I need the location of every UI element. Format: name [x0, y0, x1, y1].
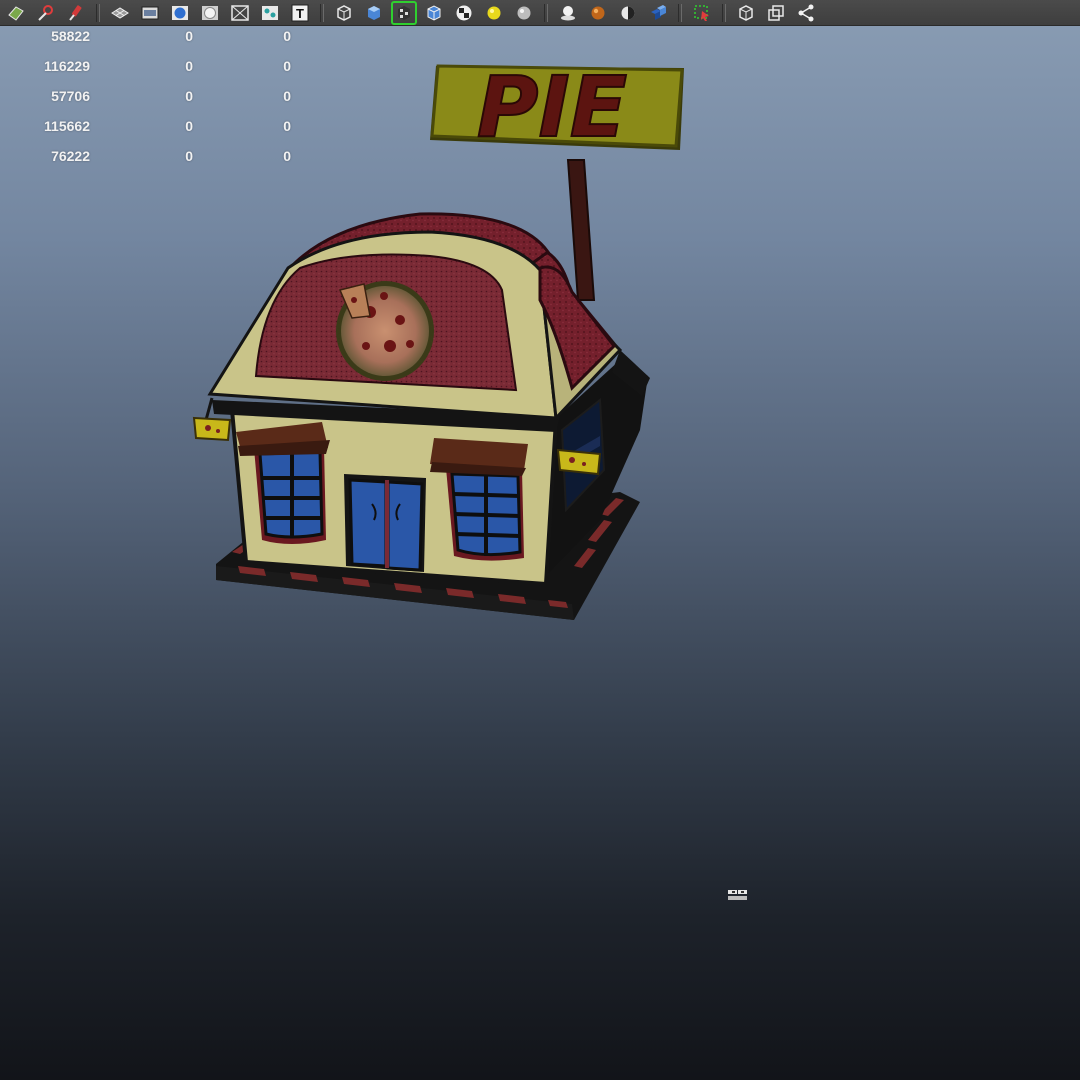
field-chart-icon[interactable]	[228, 2, 252, 24]
xray-components-icon[interactable]	[794, 2, 818, 24]
hud-row-tris: 115662 0 0	[0, 116, 320, 146]
smooth-shade-icon[interactable]	[362, 2, 386, 24]
textured-icon[interactable]	[391, 0, 417, 25]
grid-icon[interactable]	[108, 2, 132, 24]
hud-value: 58822	[51, 28, 90, 44]
sign-text: PIE	[477, 58, 627, 156]
hud-value: 57706	[51, 88, 90, 104]
hud-value: 116229	[44, 58, 90, 74]
sign-pole	[566, 159, 596, 301]
anti-alias-icon[interactable]	[646, 2, 670, 24]
view-axis-icon	[728, 890, 747, 900]
wireframe-on-shaded-icon[interactable]	[422, 2, 446, 24]
hud-value: 0	[185, 148, 193, 164]
hud-value: 115662	[44, 118, 90, 134]
xray-icon[interactable]	[734, 2, 758, 24]
hud-value: 0	[185, 118, 193, 134]
xray-joints-icon[interactable]	[764, 2, 788, 24]
viewport-toolbar: T	[0, 0, 1080, 26]
film-gate-icon[interactable]	[138, 2, 162, 24]
hud-value: 0	[185, 28, 193, 44]
hud-value: 0	[283, 28, 291, 44]
3d-viewport[interactable]: T 58822 0 0 116229 0 0 57706 0 0 115662 …	[0, 0, 1080, 1080]
toolbar-separator	[678, 3, 682, 22]
motion-blur-icon[interactable]	[616, 2, 640, 24]
hud-row-verts: 58822 0 0	[0, 26, 320, 56]
hud-value: 0	[283, 58, 291, 74]
resolution-gate-icon[interactable]	[168, 2, 192, 24]
checker-icon[interactable]	[452, 2, 476, 24]
select-tool-icon[interactable]	[4, 2, 28, 24]
text-icon-label: T	[296, 6, 304, 21]
pizza-emblem	[336, 281, 434, 381]
hud-value: 0	[185, 88, 193, 104]
text-icon[interactable]: T	[288, 2, 312, 24]
hud-value: 0	[283, 118, 291, 134]
ambient-occlusion-icon[interactable]	[586, 2, 610, 24]
camera-icon[interactable]	[258, 2, 282, 24]
safe-frame-icon[interactable]	[198, 2, 222, 24]
hud-row-edges: 116229 0 0	[0, 56, 320, 86]
hud-value: 76222	[51, 148, 90, 164]
isolate-select-icon[interactable]	[690, 2, 714, 24]
hud-value: 0	[185, 58, 193, 74]
toolbar-separator	[544, 3, 548, 22]
hud-row-faces: 57706 0 0	[0, 86, 320, 116]
all-lights-icon[interactable]	[512, 2, 536, 24]
hud-value: 0	[283, 88, 291, 104]
side-sign-right	[556, 448, 602, 476]
hud-value: 0	[283, 148, 291, 164]
toolbar-separator	[320, 3, 324, 22]
default-light-icon[interactable]	[482, 2, 506, 24]
shop-door	[344, 474, 426, 572]
toolbar-separator	[96, 3, 100, 22]
paint-tool-icon[interactable]	[64, 2, 88, 24]
toolbar-separator	[722, 3, 726, 22]
wireframe-icon[interactable]	[332, 2, 356, 24]
lasso-tool-icon[interactable]	[34, 2, 58, 24]
shadows-icon[interactable]	[556, 2, 580, 24]
hud-row-uvs: 76222 0 0	[0, 146, 320, 176]
heads-up-display: 58822 0 0 116229 0 0 57706 0 0 115662 0 …	[0, 26, 320, 176]
pie-sign: PIE	[430, 57, 684, 157]
